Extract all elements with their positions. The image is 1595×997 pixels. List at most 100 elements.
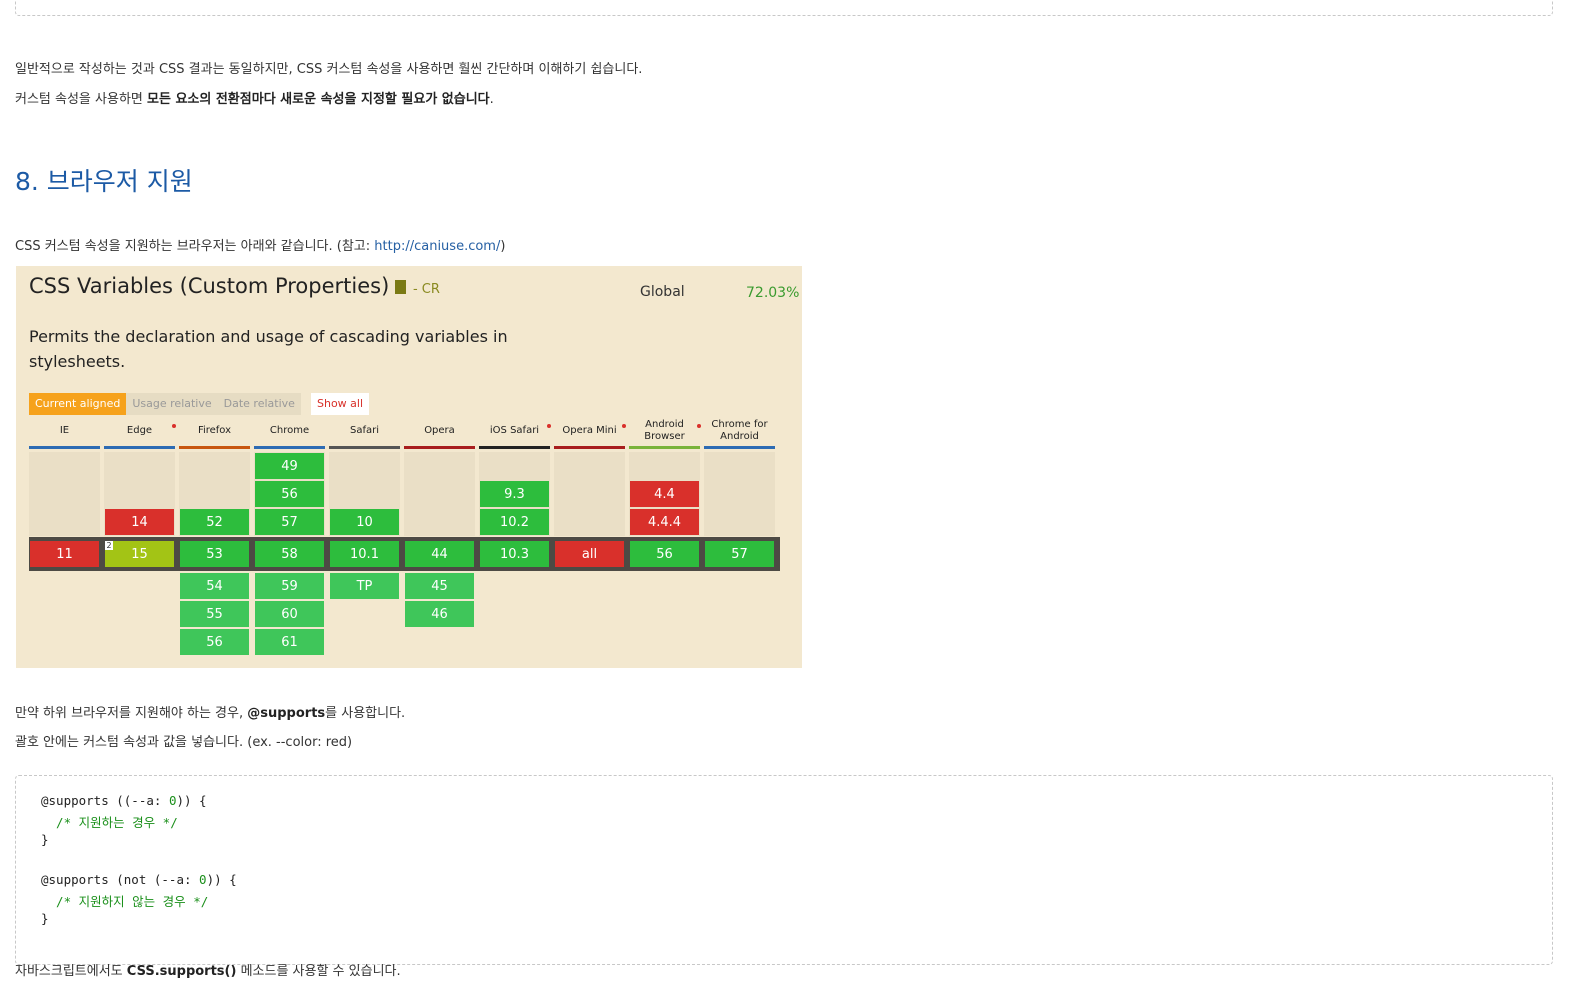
text: . xyxy=(489,92,494,107)
browser-name-edge: Edge xyxy=(126,425,153,436)
note-dot xyxy=(547,424,551,428)
code-number: 0 xyxy=(199,872,207,887)
current-version-cell: 44 xyxy=(405,541,474,567)
version-cell: 49 xyxy=(255,453,324,479)
current-version-cell: 53 xyxy=(180,541,249,567)
browser-name-safari: Safari xyxy=(349,425,379,436)
browser-color-bar xyxy=(629,446,700,449)
browser-color-bar xyxy=(104,446,175,449)
browser-color-bar xyxy=(554,446,625,449)
column-background xyxy=(404,452,475,536)
code-line: @supports (not (--a: 0)) { xyxy=(41,872,237,887)
global-percentage: 72.03% xyxy=(746,285,800,301)
browser-color-bar xyxy=(329,446,400,449)
caniuse-support-table-image: CSS Variables (Custom Properties) - CR G… xyxy=(16,266,802,668)
version-cell: 4.4.4 xyxy=(630,509,699,535)
text: 를 사용합니다. xyxy=(325,706,406,721)
bold-text: @supports xyxy=(247,706,326,721)
code-block-supports: @supports ((--a: 0)) { /* 지원하는 경우 */ } @… xyxy=(15,775,1553,965)
spec-status: - CR xyxy=(412,282,440,297)
browser-name-opera: Opera xyxy=(424,425,455,436)
view-tabs: Current aligned Usage relative Date rela… xyxy=(29,393,301,415)
text: CSS 커스텀 속성을 지원하는 브라우저는 아래와 같습니다. (참고: xyxy=(15,239,375,254)
tab-usage-relative: Usage relative xyxy=(126,393,218,415)
code-text: )) { xyxy=(176,793,207,808)
browser-name-android-browser: Android Browser xyxy=(644,419,685,442)
text: 자바스크립트에서도 xyxy=(15,964,127,979)
current-version-cell: 15 xyxy=(105,541,174,567)
version-cell: 4.4 xyxy=(630,481,699,507)
version-cell: 9.3 xyxy=(480,481,549,507)
note-number: 2 xyxy=(105,541,113,550)
browser-name-ie: IE xyxy=(59,425,70,436)
paragraph-parentheses: 괄호 안에는 커스텀 속성과 값을 넣습니다. (ex. --color: re… xyxy=(15,735,353,750)
browser-name-chrome-for-android: Chrome for Android xyxy=(711,419,768,442)
code-line: } xyxy=(41,911,49,926)
tab-date-relative: Date relative xyxy=(217,393,301,415)
code-comment: /* 지원하는 경우 */ xyxy=(41,815,178,830)
code-line: @supports ((--a: 0)) { xyxy=(41,793,207,808)
browser-color-bar xyxy=(254,446,325,449)
code-text: )) { xyxy=(206,872,237,887)
paragraph-supported-browsers: CSS 커스텀 속성을 지원하는 브라우저는 아래와 같습니다. (참고: ht… xyxy=(15,235,505,254)
column-background xyxy=(554,452,625,536)
future-version-cell: 56 xyxy=(180,629,249,655)
text: ) xyxy=(500,239,506,254)
version-cell: 10 xyxy=(330,509,399,535)
browser-name-chrome: Chrome xyxy=(269,425,310,436)
paragraph-js-supports: 자바스크립트에서도 CSS.supports() 메소드를 사용할 수 있습니다… xyxy=(15,960,401,979)
version-cell: 56 xyxy=(255,481,324,507)
text: 메소드를 사용할 수 있습니다. xyxy=(236,964,401,979)
caniuse-description: Permits the declaration and usage of cas… xyxy=(29,327,508,371)
current-version-cell: all xyxy=(555,541,624,567)
bold-text: CSS.supports() xyxy=(126,964,237,979)
current-version-cell: 10.1 xyxy=(330,541,399,567)
browser-name-opera-mini: Opera Mini xyxy=(562,425,617,436)
column-background xyxy=(29,452,100,536)
future-version-cell: 60 xyxy=(255,601,324,627)
paragraph-result-same: 일반적으로 작성하는 것과 CSS 결과는 동일하지만, CSS 커스텀 속성을… xyxy=(15,62,643,77)
text: 커스텀 속성을 사용하면 xyxy=(15,92,147,107)
current-version-cell: 10.3 xyxy=(480,541,549,567)
browser-name-firefox: Firefox xyxy=(197,425,232,436)
current-version-cell: 58 xyxy=(255,541,324,567)
note-dot xyxy=(622,424,626,428)
future-version-cell: 46 xyxy=(405,601,474,627)
current-version-cell: 56 xyxy=(630,541,699,567)
paragraph-custom-props-benefit: 커스텀 속성을 사용하면 모든 요소의 전환점마다 새로운 속성을 지정할 필요… xyxy=(15,88,494,107)
browser-color-bar xyxy=(704,446,775,449)
browser-color-bar xyxy=(479,446,550,449)
current-version-cell: 11 xyxy=(30,541,99,567)
section-heading-browser-support: 8. 브라우저 지원 xyxy=(15,167,193,196)
browser-color-bar xyxy=(179,446,250,449)
column-background xyxy=(704,452,775,536)
future-version-cell: 61 xyxy=(255,629,324,655)
future-version-cell: 55 xyxy=(180,601,249,627)
future-version-cell: 54 xyxy=(180,573,249,599)
code-comment: /* 지원하지 않는 경우 */ xyxy=(41,894,209,909)
future-version-cell: 45 xyxy=(405,573,474,599)
caniuse-title: CSS Variables (Custom Properties) - CR xyxy=(29,274,440,298)
bold-text: 모든 요소의 전환점마다 새로운 속성을 지정할 필요가 없습니다 xyxy=(147,92,490,107)
show-all-button: Show all xyxy=(311,393,370,415)
tab-current-aligned: Current aligned xyxy=(29,393,127,415)
global-label: Global xyxy=(640,284,685,300)
code-text: @supports ((--a: xyxy=(41,793,169,808)
browser-color-bar xyxy=(29,446,100,449)
version-cell: 52 xyxy=(180,509,249,535)
note-dot xyxy=(172,424,176,428)
future-version-cell: TP xyxy=(330,573,399,599)
version-cell: 10.2 xyxy=(480,509,549,535)
future-version-cell: 59 xyxy=(255,573,324,599)
browser-color-bar xyxy=(404,446,475,449)
code-text: @supports (not (--a: xyxy=(41,872,200,887)
document-icon xyxy=(395,280,407,294)
version-cell: 14 xyxy=(105,509,174,535)
text: 만약 하위 브라우저를 지원해야 하는 경우, xyxy=(15,706,248,721)
caniuse-link[interactable]: http://caniuse.com/ xyxy=(374,239,500,254)
version-cell: 57 xyxy=(255,509,324,535)
caniuse-title-text: CSS Variables (Custom Properties) xyxy=(29,274,390,298)
note-dot xyxy=(697,424,701,428)
previous-code-block xyxy=(15,0,1553,16)
paragraph-supports-rule: 만약 하위 브라우저를 지원해야 하는 경우, @supports를 사용합니다… xyxy=(15,702,405,721)
